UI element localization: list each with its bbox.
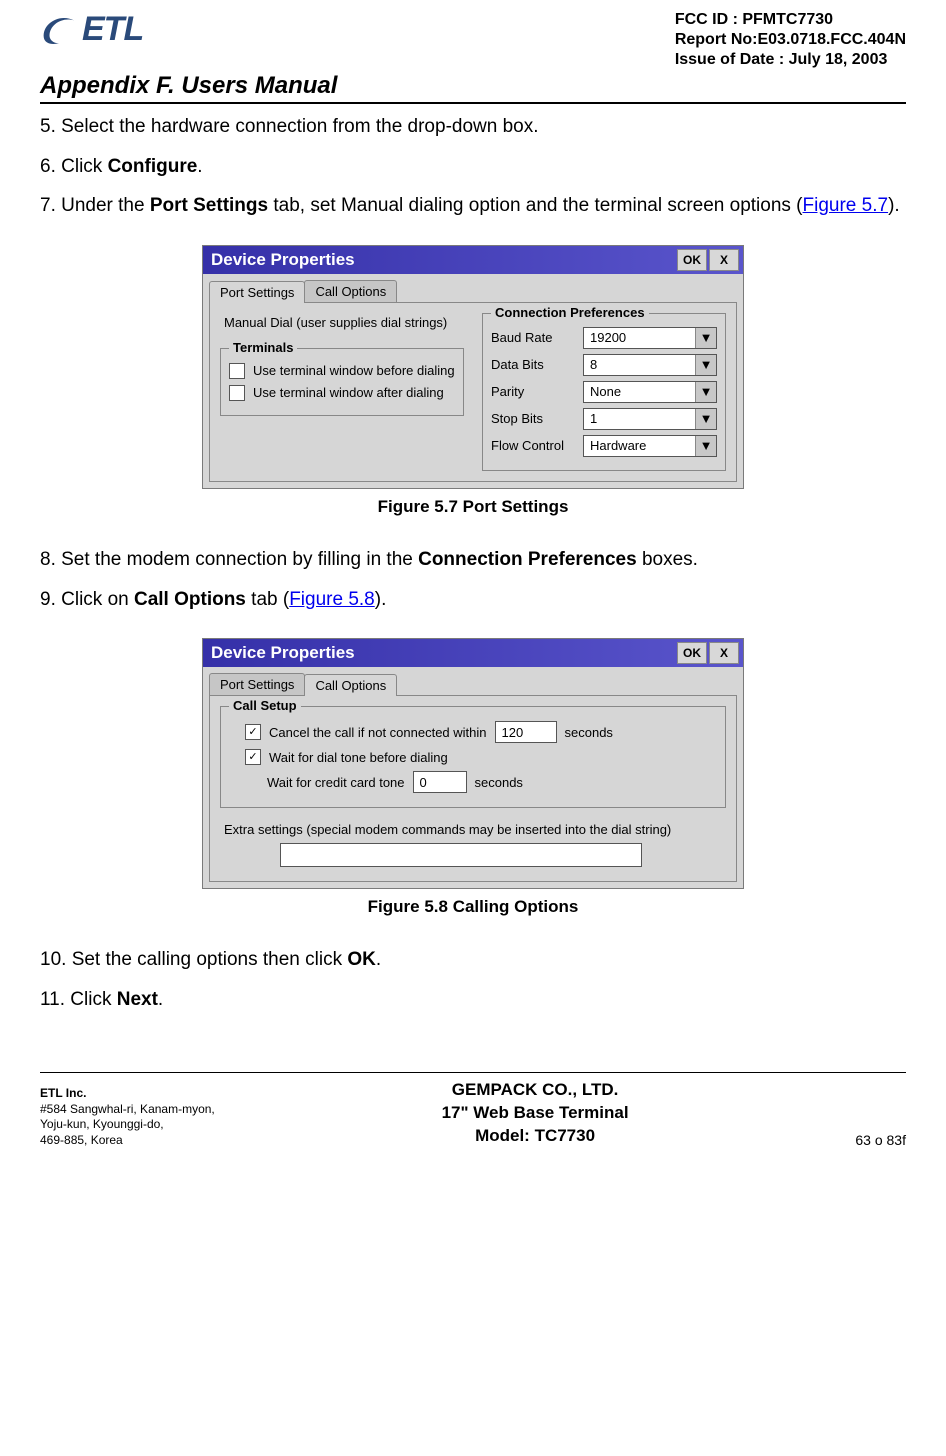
baud-label: Baud Rate bbox=[491, 330, 577, 345]
step-7: 7. Under the Port Settings tab, set Manu… bbox=[40, 193, 906, 219]
databits-label: Data Bits bbox=[491, 357, 577, 372]
extra-settings-input[interactable] bbox=[280, 843, 642, 867]
ok-button[interactable]: OK bbox=[677, 642, 707, 664]
tab-call-options[interactable]: Call Options bbox=[304, 674, 397, 696]
parity-combo[interactable]: None ▼ bbox=[583, 381, 717, 403]
footer-center3: Model: TC7730 bbox=[442, 1125, 629, 1148]
page-number: 63 o 83f bbox=[855, 1132, 906, 1148]
close-button[interactable]: X bbox=[709, 642, 739, 664]
close-button[interactable]: X bbox=[709, 249, 739, 271]
dialog-title: Device Properties bbox=[211, 250, 355, 270]
databits-combo[interactable]: 8 ▼ bbox=[583, 354, 717, 376]
footer-addr2: Yoju-kun, Kyounggi-do, bbox=[40, 1117, 215, 1133]
logo: ETL bbox=[40, 10, 143, 49]
terminals-group: Terminals Use terminal window before dia… bbox=[220, 348, 464, 416]
step-10: 10. Set the calling options then click O… bbox=[40, 947, 906, 973]
step-8: 8. Set the modem connection by filling i… bbox=[40, 547, 906, 573]
fig57-link[interactable]: Figure 5.7 bbox=[803, 195, 889, 216]
footer-company: ETL Inc. bbox=[40, 1086, 86, 1100]
device-properties-dialog-1: Device Properties OK X Port Settings Cal… bbox=[202, 245, 744, 489]
fig58-link[interactable]: Figure 5.8 bbox=[289, 589, 375, 610]
terminals-legend: Terminals bbox=[229, 340, 297, 355]
footer-addr3: 469-885, Korea bbox=[40, 1133, 215, 1149]
dialog-title: Device Properties bbox=[211, 643, 355, 663]
tab-port-settings[interactable]: Port Settings bbox=[209, 673, 305, 695]
stopbits-combo[interactable]: 1 ▼ bbox=[583, 408, 717, 430]
footer-center2: 17" Web Base Terminal bbox=[442, 1102, 629, 1125]
flow-combo[interactable]: Hardware ▼ bbox=[583, 435, 717, 457]
figure-5-7-caption: Figure 5.7 Port Settings bbox=[40, 497, 906, 517]
chevron-down-icon: ▼ bbox=[695, 409, 716, 429]
ok-button[interactable]: OK bbox=[677, 249, 707, 271]
chevron-down-icon: ▼ bbox=[695, 382, 716, 402]
wait-dial-label: Wait for dial tone before dialing bbox=[269, 750, 448, 765]
footer-addr1: #584 Sangwhal-ri, Kanam-myon, bbox=[40, 1102, 215, 1118]
baud-combo[interactable]: 19200 ▼ bbox=[583, 327, 717, 349]
extra-settings-label: Extra settings (special modem commands m… bbox=[224, 822, 722, 837]
device-properties-dialog-2: Device Properties OK X Port Settings Cal… bbox=[202, 638, 744, 889]
issue-date: Issue of Date : July 18, 2003 bbox=[675, 50, 906, 70]
logo-icon bbox=[40, 11, 78, 49]
term-before-label: Use terminal window before dialing bbox=[253, 363, 455, 378]
cancel-call-label: Cancel the call if not connected within bbox=[269, 725, 487, 740]
call-setup-group: Call Setup ✓ Cancel the call if not conn… bbox=[220, 706, 726, 808]
step-11: 11. Click Next. bbox=[40, 987, 906, 1013]
checkbox-wait-dial[interactable]: ✓ bbox=[245, 749, 261, 765]
checkbox-cancel-call[interactable]: ✓ bbox=[245, 724, 261, 740]
fcc-info: FCC ID : PFMTC7730 Report No:E03.0718.FC… bbox=[675, 10, 906, 70]
fcc-id: FCC ID : PFMTC7730 bbox=[675, 10, 906, 30]
stopbits-label: Stop Bits bbox=[491, 411, 577, 426]
cancel-seconds-input[interactable]: 120 bbox=[495, 721, 557, 743]
term-after-label: Use terminal window after dialing bbox=[253, 385, 444, 400]
chevron-down-icon: ▼ bbox=[695, 355, 716, 375]
step-5: 5. Select the hardware connection from t… bbox=[40, 114, 906, 140]
appendix-title: Appendix F. Users Manual bbox=[40, 72, 906, 100]
page-footer: ETL Inc. #584 Sangwhal-ri, Kanam-myon, Y… bbox=[40, 1072, 906, 1148]
credit-seconds-input[interactable]: 0 bbox=[413, 771, 467, 793]
tab-port-settings[interactable]: Port Settings bbox=[209, 281, 305, 303]
conn-pref-legend: Connection Preferences bbox=[491, 305, 649, 320]
tab-call-options[interactable]: Call Options bbox=[304, 280, 397, 302]
step-6: 6. Click Configure. bbox=[40, 154, 906, 180]
report-no: Report No:E03.0718.FCC.404N bbox=[675, 30, 906, 50]
footer-center1: GEMPACK CO., LTD. bbox=[442, 1079, 629, 1102]
wait-credit-label: Wait for credit card tone bbox=[267, 775, 405, 790]
chevron-down-icon: ▼ bbox=[695, 328, 716, 348]
chevron-down-icon: ▼ bbox=[695, 436, 716, 456]
checkbox-term-after[interactable] bbox=[229, 385, 245, 401]
seconds-label: seconds bbox=[565, 725, 613, 740]
divider bbox=[40, 102, 906, 104]
call-setup-legend: Call Setup bbox=[229, 698, 301, 713]
seconds-label-2: seconds bbox=[475, 775, 523, 790]
checkbox-term-before[interactable] bbox=[229, 363, 245, 379]
flow-label: Flow Control bbox=[491, 438, 577, 453]
figure-5-8-caption: Figure 5.8 Calling Options bbox=[40, 897, 906, 917]
step-9: 9. Click on Call Options tab (Figure 5.8… bbox=[40, 587, 906, 613]
logo-text: ETL bbox=[82, 10, 143, 49]
manual-dial-label: Manual Dial (user supplies dial strings) bbox=[224, 315, 460, 330]
parity-label: Parity bbox=[491, 384, 577, 399]
connection-preferences-group: Connection Preferences Baud Rate 19200 ▼… bbox=[482, 313, 726, 471]
